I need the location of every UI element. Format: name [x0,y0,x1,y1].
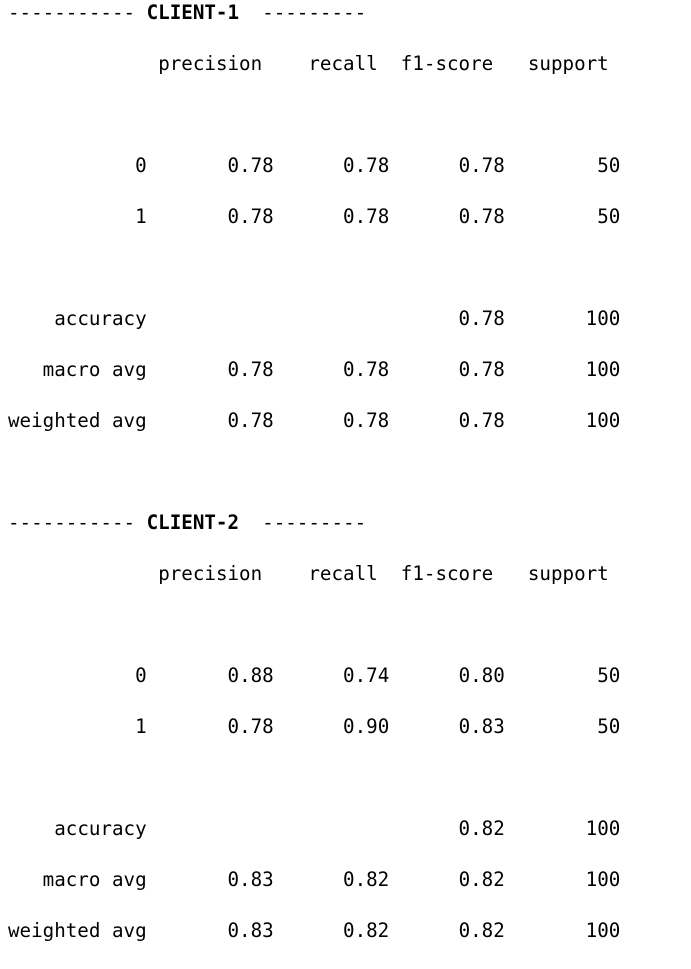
f1-value: 0.83 [458,715,505,738]
f1-value: 0.82 [458,919,505,942]
recall-value: 0.78 [343,154,390,177]
f1-value: 0.78 [458,154,505,177]
row-label: accuracy [54,817,147,840]
recall-value: 0.74 [343,664,390,687]
header-recall: recall [308,562,378,585]
precision-value: 0.78 [227,205,274,228]
table-row: 0 0.78 0.78 0.78 50 [8,153,620,179]
support-value: 50 [597,205,621,228]
table-row: macro avg 0.78 0.78 0.78 100 [8,357,621,383]
table-row: weighted avg 0.78 0.78 0.78 100 [8,408,620,434]
support-value: 50 [597,154,621,177]
f1-value: 0.78 [458,358,505,381]
support-value: 100 [585,358,621,381]
precision-value: 0.78 [227,154,274,177]
support-value: 100 [585,868,621,891]
row-label: macro avg [42,358,147,381]
row-label: accuracy [54,307,147,330]
report-2-title-line: ----------- CLIENT-2 --------- [8,511,367,534]
header-support: support [527,52,609,75]
row-label: weighted avg [8,409,147,432]
f1-value: 0.78 [458,307,505,330]
precision-value: 0.78 [227,358,274,381]
header-support: support [527,562,609,585]
report-1-title: CLIENT-1 [146,1,240,24]
f1-value: 0.80 [458,664,505,687]
precision-value: 0.78 [227,409,274,432]
recall-value: 0.82 [343,919,390,942]
row-label: 1 [135,205,147,228]
table-row: 1 0.78 0.78 0.78 50 [8,204,620,230]
recall-value: 0.82 [343,868,390,891]
precision-value: 0.88 [227,664,274,687]
support-value: 100 [585,409,621,432]
row-label: 1 [135,715,147,738]
report-1-title-line: ----------- CLIENT-1 --------- [8,1,367,24]
precision-value: 0.83 [227,868,274,891]
support-value: 100 [585,307,621,330]
header-precision: precision [158,562,263,585]
support-value: 100 [585,817,621,840]
report-2-header-row: precision recall f1-score support [8,561,620,587]
header-f1-score: f1-score [400,562,494,585]
report-2-title: CLIENT-2 [146,511,240,534]
header-f1-score: f1-score [400,52,494,75]
precision-value: 0.83 [227,919,274,942]
output-window: { "reports": [ { "title": "CLIENT-1", "h… [0,0,691,942]
console-output: ----------- CLIENT-1 --------- precision… [8,0,620,969]
table-row: weighted avg 0.83 0.82 0.82 100 [8,918,620,944]
f1-value: 0.78 [458,205,505,228]
table-row: macro avg 0.83 0.82 0.82 100 [8,867,621,893]
recall-value: 0.78 [343,358,390,381]
row-label: weighted avg [8,919,147,942]
table-row: 0 0.88 0.74 0.80 50 [8,663,620,689]
report-1-header-row: precision recall f1-score support [8,51,620,77]
support-value: 100 [585,919,621,942]
f1-value: 0.82 [458,868,505,891]
row-label: macro avg [42,868,147,891]
f1-value: 0.78 [458,409,505,432]
table-row: 1 0.78 0.90 0.83 50 [8,714,620,740]
support-value: 50 [597,715,621,738]
header-recall: recall [308,52,378,75]
precision-value: 0.78 [227,715,274,738]
row-label: 0 [135,154,147,177]
recall-value: 0.78 [343,409,390,432]
recall-value: 0.90 [343,715,390,738]
support-value: 50 [597,664,621,687]
header-precision: precision [158,52,263,75]
table-row: accuracy 0.82 100 [8,816,620,842]
f1-value: 0.82 [458,817,505,840]
table-row: accuracy 0.78 100 [8,306,620,332]
row-label: 0 [135,664,147,687]
recall-value: 0.78 [343,205,390,228]
